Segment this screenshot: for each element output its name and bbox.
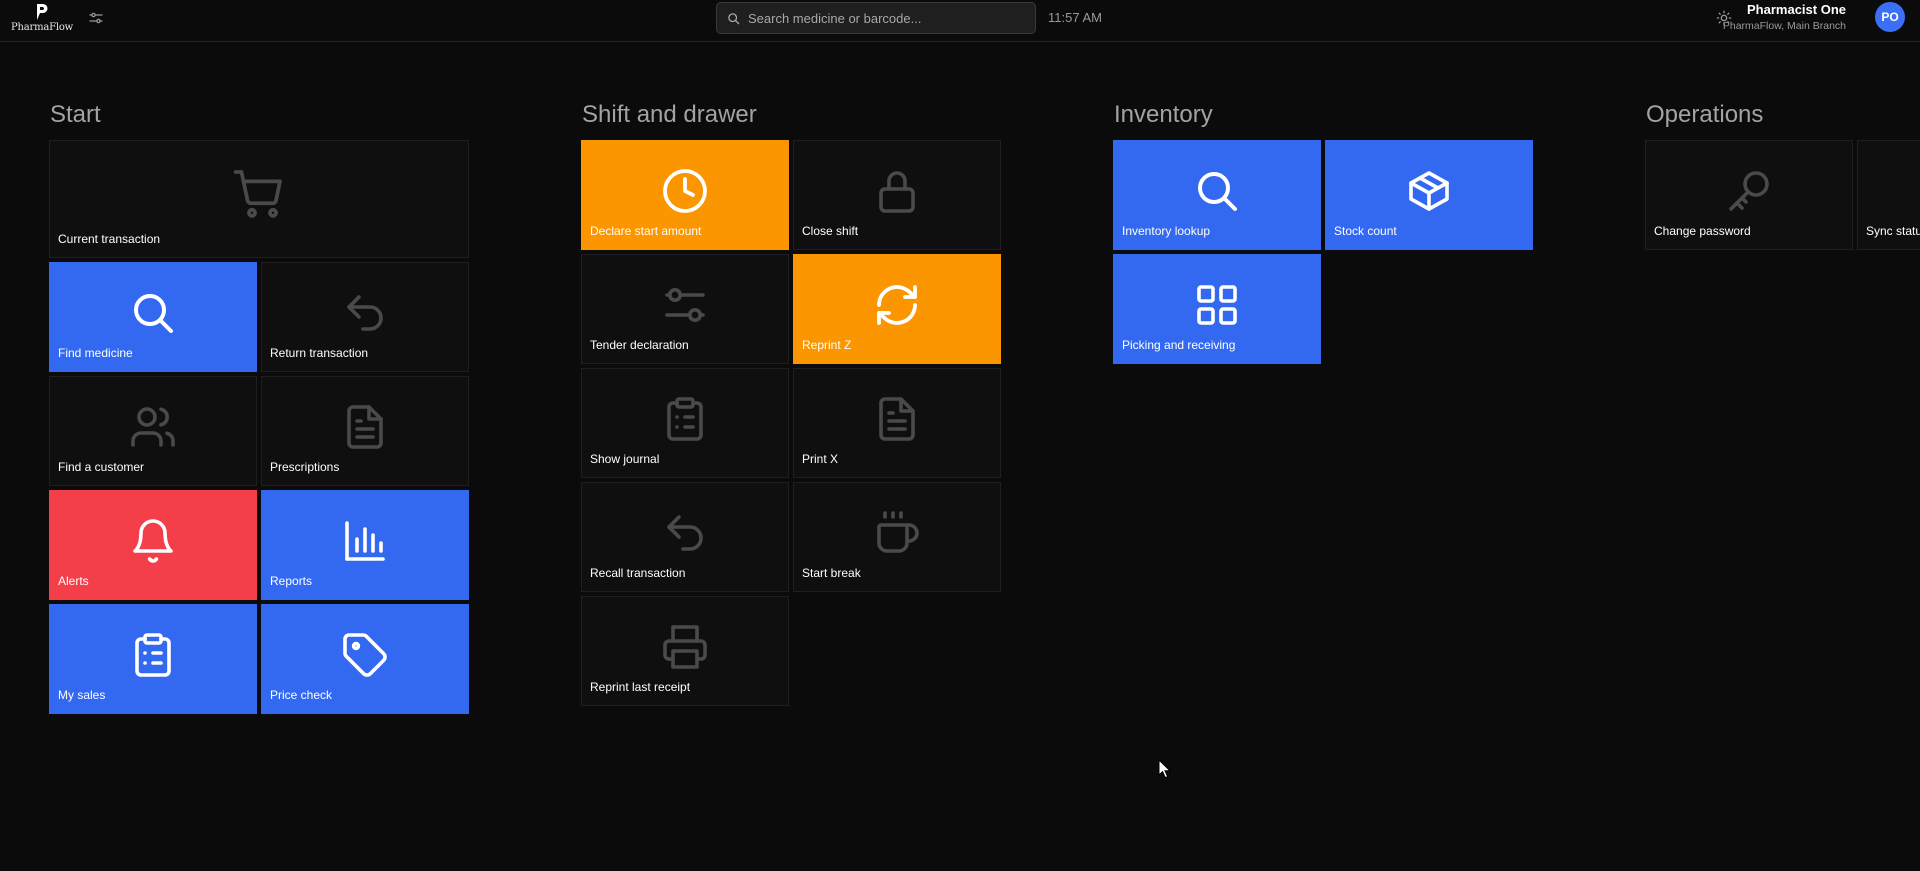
box-icon: [1409, 171, 1449, 211]
tile-prescriptions[interactable]: Prescriptions: [261, 376, 469, 486]
grid-icon: [1197, 285, 1237, 325]
tile-print-x[interactable]: Print X: [793, 368, 1001, 478]
document-icon: [879, 397, 915, 441]
tile-label: Tender declaration: [590, 338, 689, 352]
bar-chart-icon: [345, 521, 385, 561]
tile-declare-start-amount[interactable]: Declare start amount: [581, 140, 789, 250]
section-inventory: Inventory Inventory lookup Stock count P…: [1113, 100, 1533, 364]
tile-label: Start break: [802, 566, 861, 580]
section-title-start: Start: [50, 101, 101, 128]
tile-reports[interactable]: Reports: [261, 490, 469, 600]
key-icon: [1729, 171, 1769, 211]
tile-label: Change password: [1654, 224, 1751, 238]
clipboard-icon: [135, 633, 171, 677]
refresh-icon: [877, 285, 917, 325]
tile-label: Recall transaction: [590, 566, 686, 580]
avatar[interactable]: PO: [1875, 2, 1905, 32]
tile-label: Current transaction: [58, 232, 161, 246]
tile-label: Print X: [802, 452, 839, 466]
tile-show-journal[interactable]: Show journal: [581, 368, 789, 478]
search-input[interactable]: [740, 9, 1035, 27]
undo-icon: [347, 295, 383, 331]
tile-recall-transaction[interactable]: Recall transaction: [581, 482, 789, 592]
clipboard-icon: [667, 397, 703, 441]
tile-current-transaction[interactable]: Current transaction: [49, 140, 469, 258]
undo-icon: [667, 515, 703, 551]
tile-price-check[interactable]: Price check: [261, 604, 469, 714]
search-icon: [1198, 172, 1237, 211]
tile-close-shift[interactable]: Close shift: [793, 140, 1001, 250]
tile-label: Reprint Z: [802, 338, 852, 352]
logo-text: PharmaFlow: [10, 22, 74, 33]
tile-label: Find medicine: [58, 346, 133, 360]
top-bar: PharmaFlow 11:57 AM Pharmacist One Pharm…: [0, 0, 1920, 42]
tile-label: Prescriptions: [270, 460, 340, 474]
tile-reprint-z[interactable]: Reprint Z: [793, 254, 1001, 364]
tag-icon: [343, 633, 387, 677]
filter-settings-button[interactable]: [86, 8, 106, 28]
tile-label: Sync status: [1866, 224, 1920, 238]
tile-sync-status[interactable]: Sync status: [1857, 140, 1920, 250]
coffee-icon: [877, 511, 919, 553]
tile-label: Find a customer: [58, 460, 145, 474]
clock-time: 11:57 AM: [1048, 10, 1102, 25]
logo-mark-icon: [37, 4, 48, 20]
tile-label: Declare start amount: [590, 224, 702, 238]
tile-label: Inventory lookup: [1122, 224, 1211, 238]
tile-my-sales[interactable]: My sales: [49, 604, 257, 714]
tile-return-transaction[interactable]: Return transaction: [261, 262, 469, 372]
pharmaflow-logo[interactable]: PharmaFlow: [11, 3, 73, 37]
search-icon: [134, 294, 173, 333]
tile-reprint-last-receipt[interactable]: Reprint last receipt: [581, 596, 789, 706]
lock-icon: [879, 171, 915, 213]
document-icon: [347, 405, 383, 449]
users-icon: [131, 407, 175, 447]
tile-change-password[interactable]: Change password: [1645, 140, 1853, 250]
tile-label: Close shift: [802, 224, 859, 238]
user-branch: PharmaFlow, Main Branch: [1722, 20, 1846, 32]
bell-icon: [133, 519, 173, 563]
sliders-icon: [89, 12, 103, 24]
user-name: Pharmacist One: [1747, 2, 1846, 17]
section-start: Start Current transaction Find medicine …: [49, 100, 469, 714]
sliders-icon: [665, 288, 705, 322]
tile-start-break[interactable]: Start break: [793, 482, 1001, 592]
tile-find-medicine[interactable]: Find medicine: [49, 262, 257, 372]
clock-icon: [663, 169, 707, 213]
section-shift-and-drawer: Shift and drawer Declare start amount Cl…: [581, 100, 1001, 706]
search-box[interactable]: [716, 2, 1036, 34]
section-operations: Operations Change password Sync status: [1645, 100, 1920, 250]
tile-label: Picking and receiving: [1122, 338, 1236, 352]
section-title-shift: Shift and drawer: [582, 101, 757, 128]
tile-label: My sales: [58, 688, 106, 702]
tile-label: Return transaction: [270, 346, 369, 360]
tile-label: Reprint last receipt: [590, 680, 691, 694]
printer-icon: [663, 625, 707, 669]
tile-find-a-customer[interactable]: Find a customer: [49, 376, 257, 486]
tile-label: Stock count: [1334, 224, 1397, 238]
section-title-operations: Operations: [1646, 101, 1764, 128]
tile-tender-declaration[interactable]: Tender declaration: [581, 254, 789, 364]
tile-alerts[interactable]: Alerts: [49, 490, 257, 600]
search-icon: [728, 12, 740, 24]
cart-icon: [233, 170, 282, 218]
tile-label: Show journal: [590, 452, 660, 466]
tile-stock-count[interactable]: Stock count: [1325, 140, 1533, 250]
tile-inventory-lookup[interactable]: Inventory lookup: [1113, 140, 1321, 250]
tile-label: Price check: [270, 688, 333, 702]
tile-label: Alerts: [58, 574, 89, 588]
tile-picking-and-receiving[interactable]: Picking and receiving: [1113, 254, 1321, 364]
user-info[interactable]: Pharmacist One PharmaFlow, Main Branch: [1723, 2, 1846, 32]
section-title-inventory: Inventory: [1114, 101, 1213, 128]
mouse-cursor-icon: [1158, 759, 1172, 779]
tile-label: Reports: [270, 574, 313, 588]
